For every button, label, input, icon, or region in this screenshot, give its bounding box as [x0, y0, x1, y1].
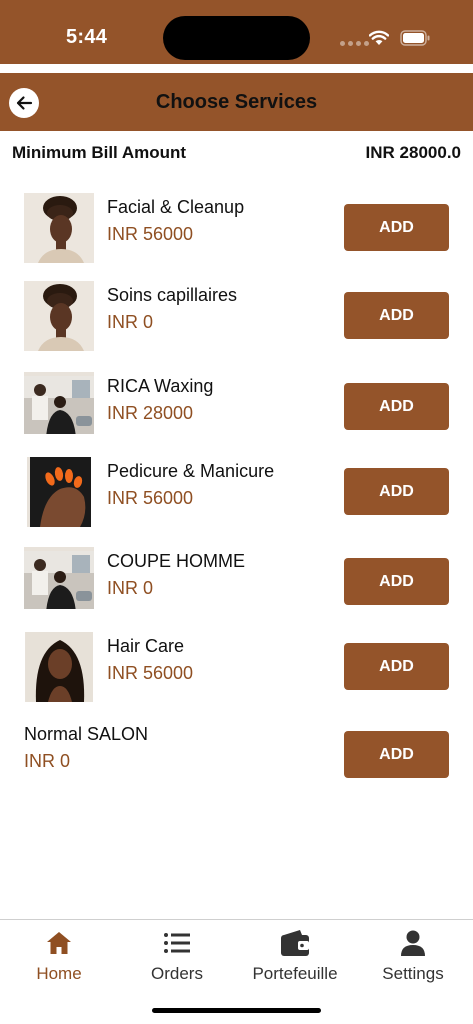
service-row: Hair Care INR 56000 ADD	[0, 632, 473, 720]
service-name: Pedicure & Manicure	[107, 461, 275, 481]
add-service-button[interactable]: ADD	[344, 731, 449, 778]
wallet-icon	[281, 930, 309, 956]
tab-portefeuille[interactable]: Portefeuille	[236, 928, 354, 984]
service-price: INR 0	[24, 751, 71, 771]
service-row: Normal SALON INR 0 ADD	[0, 720, 473, 808]
minimum-bill-row: Minimum Bill Amount INR 28000.0	[12, 143, 461, 163]
woman-long-hair-photo	[25, 632, 93, 702]
tab-home[interactable]: Home	[0, 928, 118, 984]
service-name: RICA Waxing	[107, 376, 214, 396]
service-name: Soins capillaires	[107, 285, 238, 305]
woman-updo-photo	[24, 281, 94, 351]
service-name: COUPE HOMME	[107, 551, 246, 571]
add-service-button[interactable]: ADD	[344, 643, 449, 690]
service-name: Hair Care	[107, 636, 185, 656]
service-price: INR 0	[107, 578, 154, 598]
status-bar: 5:44	[0, 0, 473, 64]
service-price: INR 56000	[107, 224, 194, 244]
service-row: Soins capillaires INR 0 ADD	[0, 281, 473, 369]
status-time: 5:44	[66, 26, 108, 48]
tab-label: Portefeuille	[252, 964, 338, 983]
service-price: INR 56000	[107, 488, 194, 508]
service-price: INR 0	[107, 312, 154, 332]
tab-label: Orders	[151, 964, 203, 983]
add-service-button[interactable]: ADD	[344, 383, 449, 430]
wifi-icon	[369, 30, 389, 45]
add-service-button[interactable]: ADD	[344, 292, 449, 339]
list-icon	[164, 933, 190, 953]
service-row: COUPE HOMME INR 0 ADD	[0, 547, 473, 635]
service-price: INR 28000	[107, 403, 194, 423]
add-service-button[interactable]: ADD	[344, 558, 449, 605]
orange-nails-photo	[27, 457, 91, 527]
dynamic-island	[163, 16, 310, 60]
cellular-signal-icon	[340, 41, 369, 46]
person-icon	[401, 930, 425, 956]
tab-label: Settings	[382, 964, 444, 983]
barbershop-photo	[24, 372, 94, 434]
tab-orders[interactable]: Orders	[118, 928, 236, 984]
woman-updo-photo	[24, 193, 94, 263]
service-price: INR 56000	[107, 663, 194, 683]
battery-icon	[400, 30, 430, 46]
service-row: Facial & Cleanup INR 56000 ADD	[0, 193, 473, 281]
barbershop-photo	[24, 547, 94, 609]
add-service-button[interactable]: ADD	[344, 204, 449, 251]
home-indicator	[152, 1008, 321, 1013]
page-title: Choose Services	[155, 91, 318, 113]
service-name: Normal SALON	[24, 724, 149, 744]
header-bar: Choose Services	[0, 73, 473, 131]
service-name: Facial & Cleanup	[107, 197, 245, 217]
service-row: RICA Waxing INR 28000 ADD	[0, 372, 473, 460]
minimum-bill-value: INR 28000.0	[365, 143, 461, 162]
home-icon	[47, 932, 71, 954]
status-divider	[0, 64, 473, 73]
tab-label: Home	[36, 964, 82, 983]
tab-settings[interactable]: Settings	[354, 928, 472, 984]
add-service-button[interactable]: ADD	[344, 468, 449, 515]
service-row: Pedicure & Manicure INR 56000 ADD	[0, 457, 473, 545]
minimum-bill-label: Minimum Bill Amount	[12, 143, 187, 162]
